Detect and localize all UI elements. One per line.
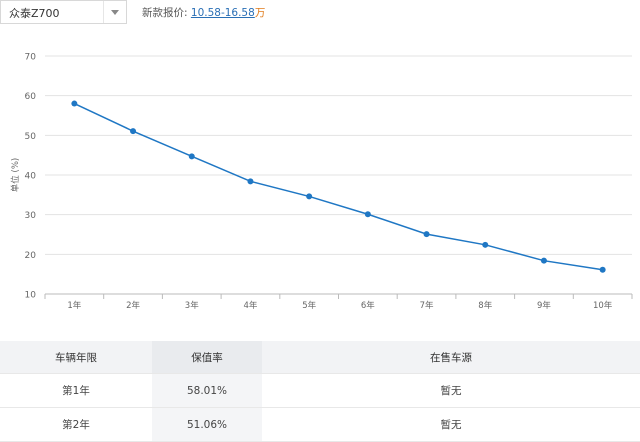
select-arrow-button[interactable] bbox=[103, 1, 126, 23]
y-tick-label: 60 bbox=[25, 92, 37, 102]
chevron-down-icon bbox=[111, 10, 119, 15]
header-vehicle-age: 车辆年限 bbox=[0, 341, 152, 374]
x-tick-label: 3年 bbox=[185, 300, 199, 311]
price-range-link[interactable]: 10.58-16.58 bbox=[191, 7, 255, 19]
x-tick-label: 6年 bbox=[361, 300, 375, 311]
cell-listing: 暂无 bbox=[262, 373, 640, 408]
series-line bbox=[74, 102, 603, 271]
x-tick-label: 5年 bbox=[302, 300, 316, 311]
data-point bbox=[599, 266, 606, 273]
data-point bbox=[306, 193, 313, 200]
x-tick-label: 2年 bbox=[126, 300, 140, 311]
x-tick-label: 1年 bbox=[67, 300, 81, 311]
table-row: 第2年 51.06% 暂无 bbox=[0, 407, 640, 442]
y-tick-label: 70 bbox=[25, 53, 37, 63]
x-tick-label: 8年 bbox=[478, 300, 492, 311]
depreciation-line-chart: 10 20 30 40 50 60 70 1年 2年 3年 4年 5年 6年 7年 8年 9年 10年 单位 (%… bbox=[10, 53, 633, 311]
price-info: 新款报价: 10.58-16.58万 bbox=[142, 5, 265, 20]
x-tick-label: 4年 bbox=[243, 300, 257, 311]
retention-table: 车辆年限 保值率 在售车源 第1年 58.01% 暂无 第2年 51.06% 暂… bbox=[0, 341, 640, 442]
data-point bbox=[364, 211, 371, 218]
data-point bbox=[130, 128, 137, 135]
data-point bbox=[247, 178, 254, 185]
x-tick-label: 9年 bbox=[537, 300, 551, 311]
data-point bbox=[423, 231, 430, 238]
y-tick-label: 10 bbox=[25, 291, 37, 301]
x-tick-label: 10年 bbox=[593, 300, 613, 311]
cell-year: 第1年 bbox=[0, 373, 152, 408]
data-point bbox=[540, 257, 547, 264]
y-tick-label: 40 bbox=[25, 172, 37, 182]
cell-rate: 58.01% bbox=[152, 373, 262, 408]
top-bar: 众泰Z700 新款报价: 10.58-16.58万 bbox=[0, 0, 640, 26]
table-row: 第1年 58.01% 暂无 bbox=[0, 373, 640, 408]
model-select[interactable]: 众泰Z700 bbox=[0, 0, 127, 24]
cell-rate: 51.06% bbox=[152, 407, 262, 442]
data-point bbox=[188, 153, 195, 160]
cell-year: 第2年 bbox=[0, 407, 152, 442]
x-tick-label: 7年 bbox=[420, 300, 434, 311]
header-retention-rate: 保值率 bbox=[152, 341, 262, 374]
y-tick-label: 50 bbox=[25, 132, 37, 142]
y-axis-label: 单位 (%) bbox=[10, 158, 21, 192]
data-point bbox=[71, 100, 78, 107]
y-tick-label: 20 bbox=[25, 251, 37, 261]
cell-listing: 暂无 bbox=[262, 407, 640, 442]
model-select-value: 众泰Z700 bbox=[9, 7, 60, 20]
y-tick-label: 30 bbox=[25, 211, 37, 221]
price-unit: 万 bbox=[254, 7, 266, 19]
table-header-row: 车辆年限 保值率 在售车源 bbox=[0, 341, 640, 374]
data-point bbox=[482, 241, 489, 248]
header-listings: 在售车源 bbox=[262, 341, 640, 374]
price-label: 新款报价: bbox=[142, 7, 188, 19]
